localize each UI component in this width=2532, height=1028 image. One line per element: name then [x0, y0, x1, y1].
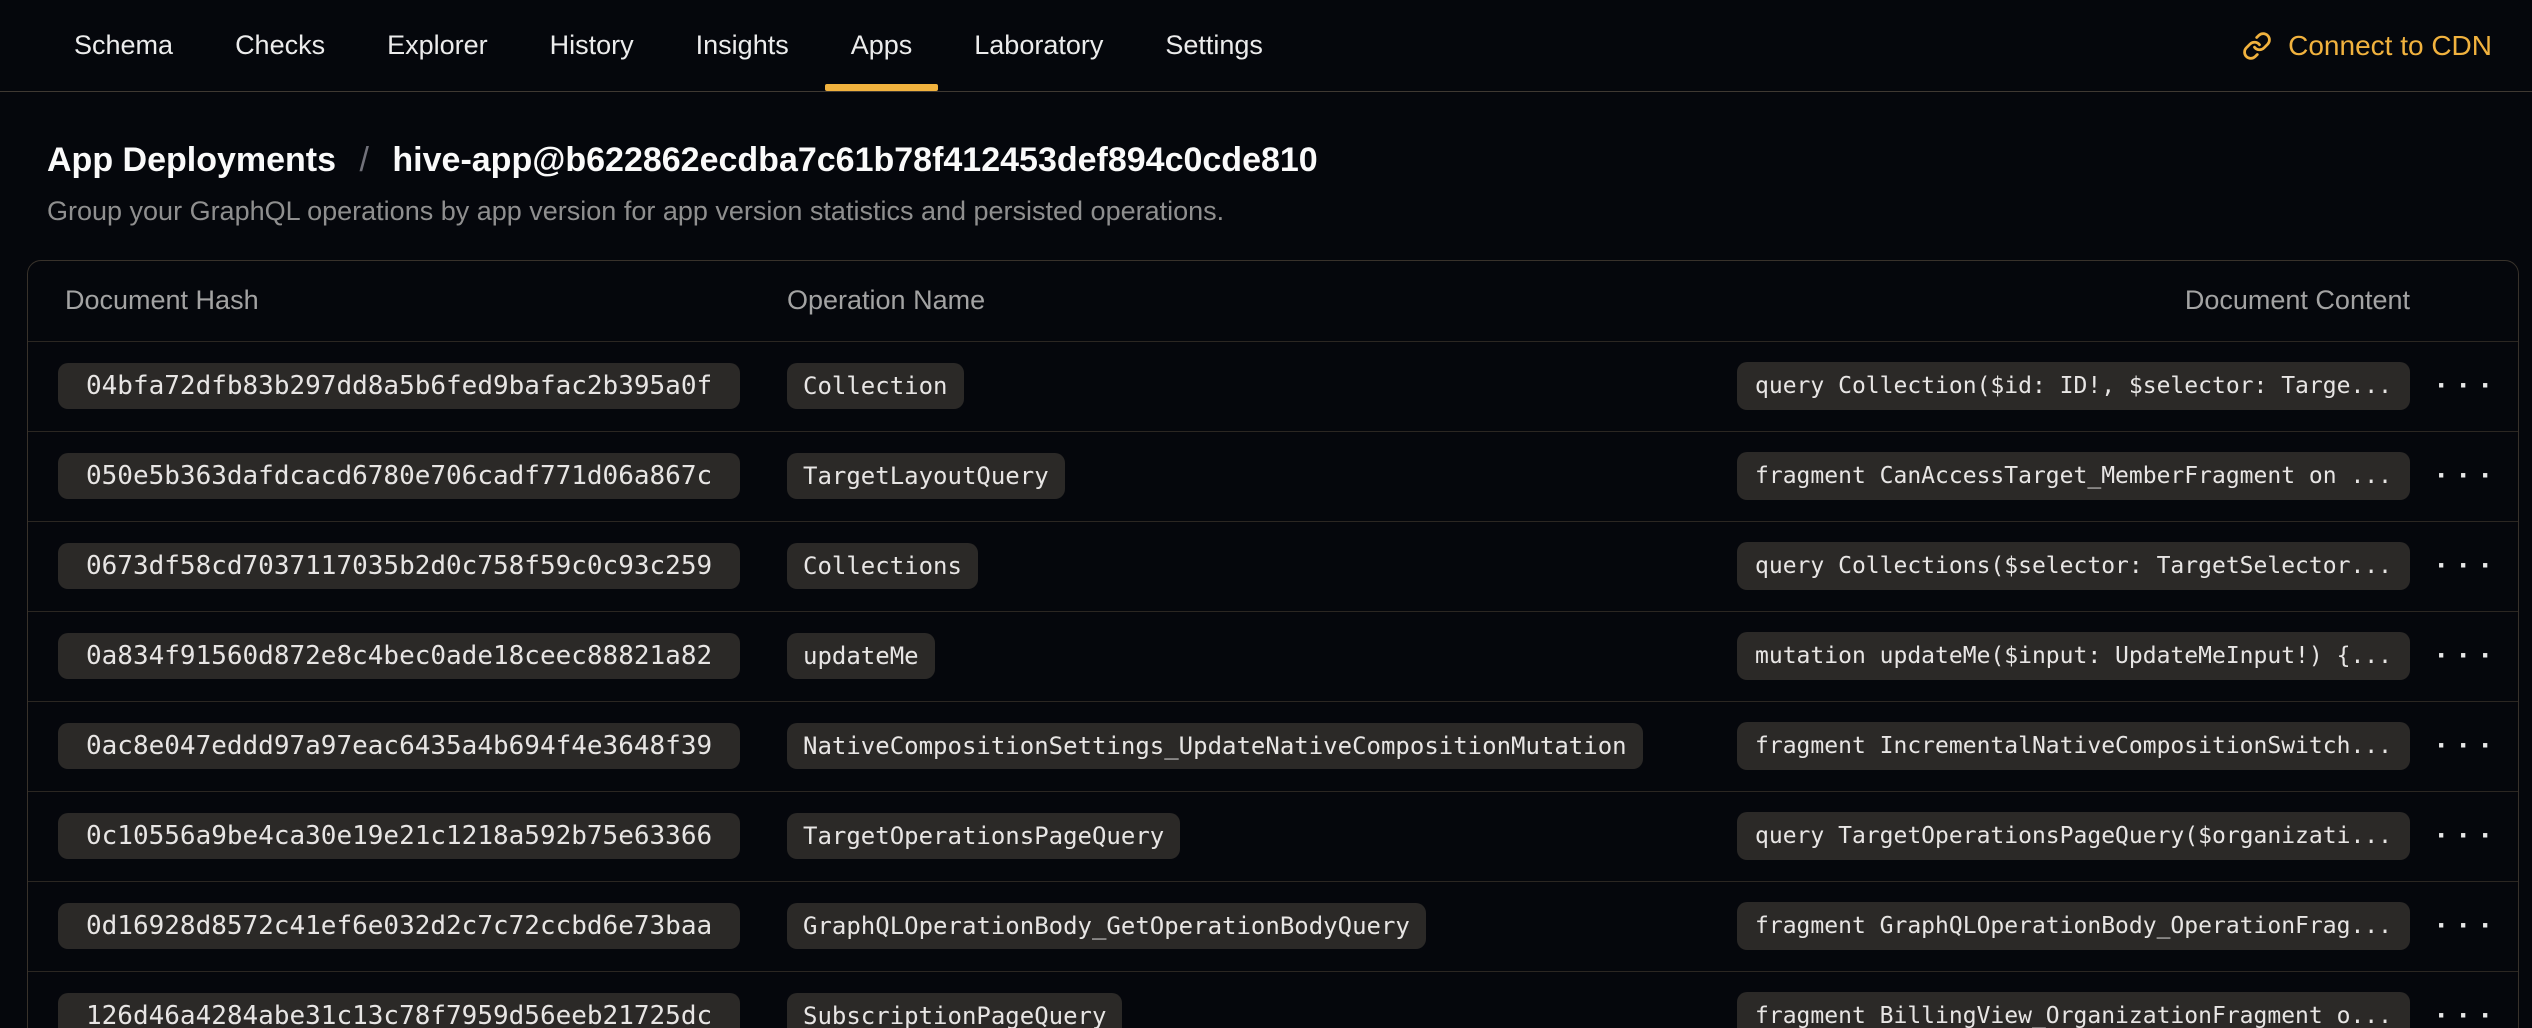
- document-content-preview: query TargetOperationsPageQuery($organiz…: [1737, 812, 2410, 860]
- row-menu-button[interactable]: ···: [2425, 993, 2503, 1028]
- column-header-menu: [2410, 261, 2518, 341]
- documents-table: Document Hash Operation Name Document Co…: [28, 261, 2518, 1028]
- row-menu-button[interactable]: ···: [2425, 363, 2503, 409]
- nav-tab-explorer[interactable]: Explorer: [387, 0, 488, 91]
- operation-name: Collections: [787, 543, 978, 589]
- table-row: 050e5b363dafdcacd6780e706cadf771d06a867c…: [28, 431, 2518, 521]
- table-header-row: Document Hash Operation Name Document Co…: [28, 261, 2518, 341]
- top-nav: Schema Checks Explorer History Insights …: [0, 0, 2532, 92]
- operation-name: updateMe: [787, 633, 935, 679]
- row-menu-button[interactable]: ···: [2425, 453, 2503, 499]
- row-menu-button[interactable]: ···: [2425, 723, 2503, 769]
- nav-tab-history[interactable]: History: [550, 0, 634, 91]
- breadcrumb-separator: /: [360, 141, 369, 179]
- column-header-document-content: Document Content: [1660, 261, 2410, 341]
- document-content-preview: fragment CanAccessTarget_MemberFragment …: [1737, 452, 2410, 500]
- document-hash: 0a834f91560d872e8c4bec0ade18ceec88821a82: [58, 633, 740, 679]
- table-row: 04bfa72dfb83b297dd8a5b6fed9bafac2b395a0f…: [28, 341, 2518, 431]
- document-hash: 0ac8e047eddd97a97eac6435a4b694f4e3648f39: [58, 723, 740, 769]
- column-header-operation-name: Operation Name: [787, 261, 1660, 341]
- app-deployment-detail-page: App Deployments / hive-app@b622862ecdba7…: [0, 140, 2532, 1028]
- page-header: App Deployments / hive-app@b622862ecdba7…: [27, 140, 2519, 228]
- document-hash: 126d46a4284abe31c13c78f7959d56eeb21725dc: [58, 993, 740, 1028]
- document-content-preview: fragment BillingView_OrganizationFragmen…: [1737, 992, 2410, 1028]
- row-menu-button[interactable]: ···: [2425, 543, 2503, 589]
- document-hash: 0d16928d8572c41ef6e032d2c7c72ccbd6e73baa: [58, 903, 740, 949]
- breadcrumb-current-app: hive-app@b622862ecdba7c61b78f412453def89…: [392, 141, 1317, 179]
- nav-tab-settings[interactable]: Settings: [1165, 0, 1263, 91]
- table-row: 0d16928d8572c41ef6e032d2c7c72ccbd6e73baa…: [28, 881, 2518, 971]
- breadcrumb-app-deployments-link[interactable]: App Deployments: [47, 141, 336, 179]
- operation-name: TargetLayoutQuery: [787, 453, 1065, 499]
- table-row: 0a834f91560d872e8c4bec0ade18ceec88821a82…: [28, 611, 2518, 701]
- document-content-preview: mutation updateMe($input: UpdateMeInput!…: [1737, 632, 2410, 680]
- table-row: 0673df58cd7037117035b2d0c758f59c0c93c259…: [28, 521, 2518, 611]
- document-hash: 0c10556a9be4ca30e19e21c1218a592b75e63366: [58, 813, 740, 859]
- page-subtitle: Group your GraphQL operations by app ver…: [47, 194, 2519, 228]
- document-hash: 04bfa72dfb83b297dd8a5b6fed9bafac2b395a0f: [58, 363, 740, 409]
- document-hash: 0673df58cd7037117035b2d0c758f59c0c93c259: [58, 543, 740, 589]
- operation-name: GraphQLOperationBody_GetOperationBodyQue…: [787, 903, 1426, 949]
- documents-table-card: Document Hash Operation Name Document Co…: [27, 260, 2519, 1028]
- link-icon: [2242, 31, 2272, 61]
- nav-tab-insights[interactable]: Insights: [696, 0, 789, 91]
- operation-name: Collection: [787, 363, 964, 409]
- nav-tab-apps[interactable]: Apps: [851, 0, 913, 91]
- connect-to-cdn-button[interactable]: Connect to CDN: [2242, 30, 2492, 62]
- nav-tab-laboratory[interactable]: Laboratory: [974, 0, 1103, 91]
- document-content-preview: query Collection($id: ID!, $selector: Ta…: [1737, 362, 2410, 410]
- operation-name: NativeCompositionSettings_UpdateNativeCo…: [787, 723, 1643, 769]
- document-content-preview: fragment IncrementalNativeCompositionSwi…: [1737, 722, 2410, 770]
- row-menu-button[interactable]: ···: [2425, 903, 2503, 949]
- nav-tabs: Schema Checks Explorer History Insights …: [74, 0, 1263, 91]
- document-content-preview: fragment GraphQLOperationBody_OperationF…: [1737, 902, 2410, 950]
- operation-name: TargetOperationsPageQuery: [787, 813, 1180, 859]
- document-content-preview: query Collections($selector: TargetSelec…: [1737, 542, 2410, 590]
- table-row: 0c10556a9be4ca30e19e21c1218a592b75e63366…: [28, 791, 2518, 881]
- nav-tab-checks[interactable]: Checks: [235, 0, 325, 91]
- breadcrumb: App Deployments / hive-app@b622862ecdba7…: [47, 140, 2519, 180]
- column-header-document-hash: Document Hash: [28, 261, 787, 341]
- document-hash: 050e5b363dafdcacd6780e706cadf771d06a867c: [58, 453, 740, 499]
- row-menu-button[interactable]: ···: [2425, 813, 2503, 859]
- table-row: 126d46a4284abe31c13c78f7959d56eeb21725dc…: [28, 971, 2518, 1028]
- nav-tab-schema[interactable]: Schema: [74, 0, 173, 91]
- row-menu-button[interactable]: ···: [2425, 633, 2503, 679]
- operation-name: SubscriptionPageQuery: [787, 993, 1122, 1028]
- table-row: 0ac8e047eddd97a97eac6435a4b694f4e3648f39…: [28, 701, 2518, 791]
- connect-to-cdn-label: Connect to CDN: [2288, 30, 2492, 62]
